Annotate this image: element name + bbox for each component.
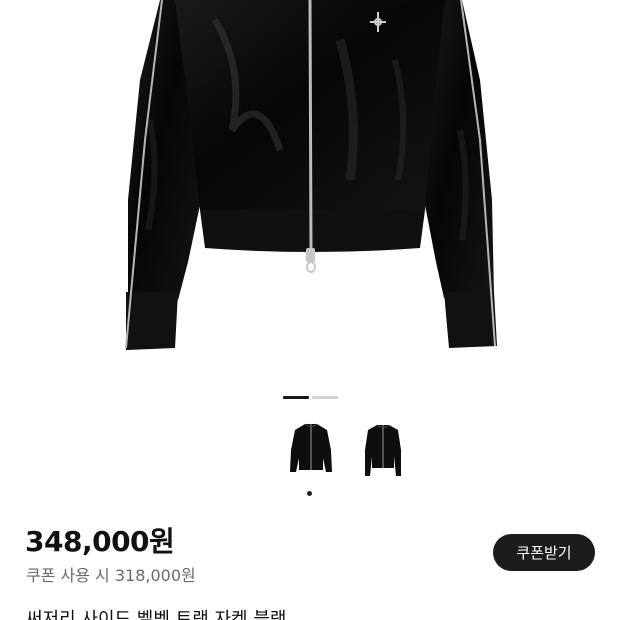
slide-indicator-active[interactable]	[283, 396, 309, 399]
product-hero-image[interactable]	[0, 0, 620, 375]
coupon-price: 쿠폰 사용 시 318,000원	[26, 566, 196, 585]
jacket-illustration	[125, 0, 497, 350]
thumbnail-front-alt[interactable]	[353, 420, 413, 486]
get-coupon-button[interactable]: 쿠폰받기	[493, 534, 595, 571]
product-title: 써저리 사이드 벨벳 트랙 자켓 블랙	[26, 609, 287, 620]
thumbnail-selected-dot	[307, 491, 312, 496]
slide-indicator[interactable]	[312, 396, 338, 399]
product-price: 348,000원	[25, 525, 175, 558]
thumbnail-front[interactable]	[281, 420, 341, 486]
